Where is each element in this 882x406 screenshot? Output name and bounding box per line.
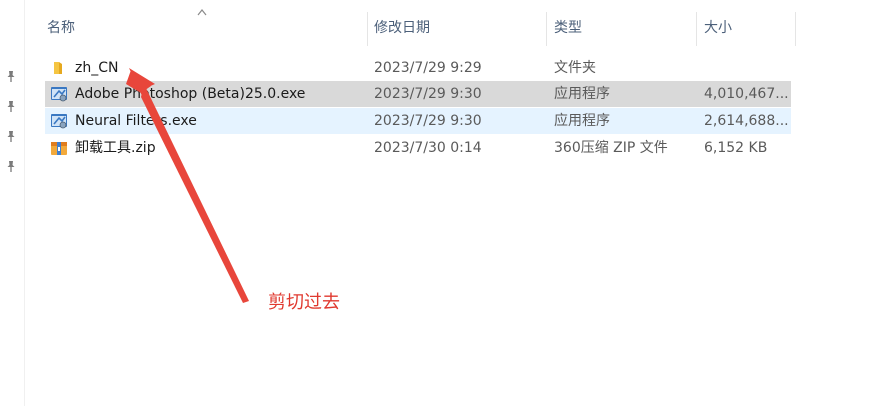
file-type: 文件夹 [554, 60, 596, 76]
file-name: zh_CN [75, 60, 119, 76]
file-name: Neural Filters.exe [75, 113, 197, 129]
file-row[interactable]: Neural Filters.exe 2023/7/29 9:30 应用程序 2… [45, 108, 791, 134]
file-row[interactable]: Adobe Photoshop (Beta)25.0.exe 2023/7/29… [45, 81, 791, 107]
file-type: 应用程序 [554, 113, 610, 129]
file-date: 2023/7/29 9:29 [374, 60, 482, 76]
file-name: 卸载工具.zip [75, 140, 156, 156]
column-header-size[interactable]: 大小 [704, 0, 794, 46]
column-header: 名称 修改日期 类型 大小 [25, 0, 882, 46]
column-divider[interactable] [367, 12, 368, 46]
exe-icon [51, 114, 67, 129]
file-size: 4,010,467... [704, 86, 788, 102]
file-list: 名称 修改日期 类型 大小 zh_CN 2023/7/29 9:29 文件夹 A… [25, 0, 882, 406]
column-divider[interactable] [546, 12, 547, 46]
file-date: 2023/7/30 0:14 [374, 140, 482, 156]
file-type: 360压缩 ZIP 文件 [554, 140, 668, 156]
folder-icon [54, 62, 62, 74]
file-date: 2023/7/29 9:30 [374, 86, 482, 102]
file-name: Adobe Photoshop (Beta)25.0.exe [75, 86, 306, 102]
pin-icon[interactable] [4, 160, 18, 174]
quick-access-pane [0, 0, 25, 406]
column-divider[interactable] [696, 12, 697, 46]
file-date: 2023/7/29 9:30 [374, 113, 482, 129]
column-header-type[interactable]: 类型 [554, 0, 696, 46]
column-header-name[interactable]: 名称 [47, 0, 367, 46]
file-size: 6,152 KB [704, 140, 768, 156]
file-type: 应用程序 [554, 86, 610, 102]
pin-icon[interactable] [4, 70, 18, 84]
column-divider[interactable] [795, 12, 796, 46]
zip-archive-icon [51, 142, 67, 155]
pin-icon[interactable] [4, 130, 18, 144]
file-row[interactable]: 卸载工具.zip 2023/7/30 0:14 360压缩 ZIP 文件 6,1… [45, 135, 791, 161]
annotation-label: 剪切过去 [268, 292, 340, 313]
file-size [704, 55, 788, 81]
pin-icon[interactable] [4, 100, 18, 114]
exe-icon [51, 87, 67, 102]
column-header-date[interactable]: 修改日期 [374, 0, 546, 46]
file-size: 2,614,688... [704, 113, 788, 129]
file-row[interactable]: zh_CN 2023/7/29 9:29 文件夹 [45, 55, 791, 81]
